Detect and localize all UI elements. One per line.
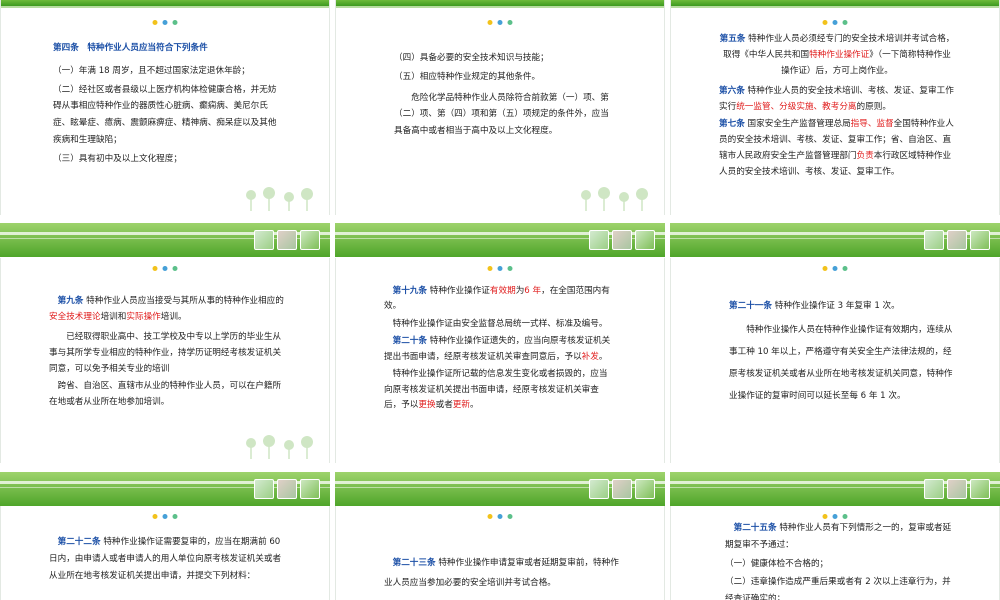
thumbnail-icon bbox=[277, 230, 297, 250]
slide-dots bbox=[152, 514, 178, 519]
thumbnail-icon bbox=[947, 230, 967, 250]
article-25-item-1: （一）健康体检不合格的； bbox=[725, 558, 829, 569]
slide-7[interactable]: 第二十二条 特种作业操作证需要复审的，应当在期满前 60 日内，由申请人或者申请… bbox=[0, 506, 330, 600]
condition-1: （一）年满 18 周岁，且不超过国家法定退休年龄； bbox=[53, 65, 250, 76]
thumbnail-icon bbox=[300, 230, 320, 250]
plant-decoration-icon bbox=[246, 435, 313, 459]
slide-dots bbox=[822, 266, 848, 271]
article-25: 第二十五条 特种作业人员有下列情形之一的，复审或者延期复审不予通过： bbox=[725, 523, 952, 550]
thumbnail-icon bbox=[254, 479, 274, 499]
slide-4[interactable]: 第九条 特种作业人员应当接受与其所从事的特种作业相应的安全技术理论培训和实际操作… bbox=[0, 258, 330, 463]
slide-dots bbox=[487, 20, 513, 25]
article-21-extension: 特种作业操作人员在特种作业操作证有效期内，连续从事工种 10 年以上，严格遵守有… bbox=[729, 324, 953, 401]
article-21: 第二十一条 特种作业操作证 3 年复审 1 次。 bbox=[729, 301, 900, 311]
slide-top-line bbox=[336, 6, 664, 8]
plant-decoration-icon bbox=[246, 187, 313, 211]
slide-1[interactable]: 第四条 特种作业人员应当符合下列条件 （一）年满 18 周岁，且不超过国家法定退… bbox=[0, 0, 330, 215]
thumbnail-icon bbox=[589, 479, 609, 499]
thumbnail-icon bbox=[924, 230, 944, 250]
article-20: 第二十条 特种作业操作证遗失的，应当向原考核发证机关提出书面申请，经原考核发证机… bbox=[384, 336, 611, 362]
slide-dots bbox=[822, 514, 848, 519]
condition-3: （三）具有初中及以上文化程度； bbox=[53, 153, 182, 164]
slide-dots bbox=[822, 20, 848, 25]
slide-bottom-band bbox=[0, 223, 330, 257]
slide-bottom-band bbox=[335, 223, 665, 257]
article-6: 第六条 特种作业人员的安全技术培训、考核、发证、复审工作实行统一监管、分级实施、… bbox=[719, 85, 954, 112]
thumbnail-icon bbox=[589, 230, 609, 250]
condition-2: （二）经社区或者县级以上医疗机构体检健康合格，并无妨碍从事相应特种作业的器质性心… bbox=[53, 84, 277, 145]
condition-4: （四）具备必要的安全技术知识与技能； bbox=[394, 53, 549, 63]
slide-9[interactable]: 第二十五条 特种作业人员有下列情形之一的，复审或者延期复审不予通过： （一）健康… bbox=[670, 506, 1000, 600]
slide-top-line bbox=[671, 6, 999, 8]
slide-5[interactable]: 第十九条 特种作业操作证有效期为6 年，在全国范围内有效。 特种作业操作证由安全… bbox=[335, 258, 665, 463]
slide-grid: 第四条 特种作业人员应当符合下列条件 （一）年满 18 周岁，且不超过国家法定退… bbox=[0, 0, 1000, 600]
article-22: 第二十二条 特种作业操作证需要复审的，应当在期满前 60 日内，由申请人或者申请… bbox=[49, 537, 282, 581]
article-25-item-2: （二）违章操作造成严重后果或者有 2 次以上违章行为，并经查证确实的； bbox=[725, 577, 951, 600]
slide-2[interactable]: （四）具备必要的安全技术知识与技能； （五）相应特种作业规定的其他条件。 危险化… bbox=[335, 0, 665, 215]
article-4-title: 第四条 特种作业人员应当符合下列条件 bbox=[53, 43, 208, 53]
article-9-exemption: 已经取得职业高中、技工学校及中专以上学历的毕业生从事与其所学专业相应的特种作业，… bbox=[49, 331, 282, 374]
article-7: 第七条 国家安全生产监督管理总局指导、监督全国特种作业人员的安全技术培训、考核、… bbox=[719, 119, 954, 178]
article-23: 第二十三条 特种作业操作申请复审或者延期复审前，特种作业人员应当参加必要的安全培… bbox=[384, 558, 619, 588]
slide-dots bbox=[487, 266, 513, 271]
slide-dots bbox=[152, 20, 178, 25]
thumbnail-icon bbox=[254, 230, 274, 250]
thumbnail-icon bbox=[947, 479, 967, 499]
thumbnail-icon bbox=[277, 479, 297, 499]
plant-decoration-icon bbox=[581, 187, 648, 211]
thumbnail-icon bbox=[635, 230, 655, 250]
thumbnail-icon bbox=[612, 479, 632, 499]
slide-bottom-band bbox=[0, 472, 330, 506]
thumbnail-icon bbox=[612, 230, 632, 250]
article-9-cross-region: 跨省、自治区、直辖市从业的特种作业人员，可以在户籍所在地或者从业所在地参加培训。 bbox=[49, 381, 282, 408]
slide-8[interactable]: 第二十三条 特种作业操作申请复审或者延期复审前，特种作业人员应当参加必要的安全培… bbox=[335, 506, 665, 600]
slide-6[interactable]: 第二十一条 特种作业操作证 3 年复审 1 次。 特种作业操作人员在特种作业操作… bbox=[670, 258, 1000, 463]
thumbnail-icon bbox=[635, 479, 655, 499]
slide-top-line bbox=[1, 6, 329, 8]
thumbnail-icon bbox=[300, 479, 320, 499]
article-5: 第五条 特种作业人员必须经专门的安全技术培训并考试合格，取得《中华人民共和国特种… bbox=[719, 34, 955, 76]
hazardous-chemicals-clause: 危险化学品特种作业人员除符合前款第（一）项、第（二）项、第（四）项和第（五）项规… bbox=[394, 92, 609, 137]
condition-5: （五）相应特种作业规定的其他条件。 bbox=[394, 71, 541, 82]
slide-bottom-band bbox=[335, 472, 665, 506]
article-19-format: 特种作业操作证由安全监督总局统一式样、标准及编号。 bbox=[392, 318, 608, 329]
article-9: 第九条 特种作业人员应当接受与其所从事的特种作业相应的安全技术理论培训和实际操作… bbox=[49, 296, 284, 322]
slide-dots bbox=[487, 514, 513, 519]
slide-dots bbox=[152, 266, 178, 271]
thumbnail-icon bbox=[924, 479, 944, 499]
article-19: 第十九条 特种作业操作证有效期为6 年，在全国范围内有效。 bbox=[384, 286, 610, 312]
slide-3[interactable]: 第五条 特种作业人员必须经专门的安全技术培训并考试合格，取得《中华人民共和国特种… bbox=[670, 0, 1000, 215]
thumbnail-icon bbox=[970, 479, 990, 499]
slide-bottom-band bbox=[670, 223, 1000, 257]
slide-bottom-band bbox=[670, 472, 1000, 506]
thumbnail-icon bbox=[970, 230, 990, 250]
article-20-change: 特种作业操作证所记载的信息发生变化或者损毁的，应当向原考核发证机关提出书面申请，… bbox=[384, 369, 608, 411]
